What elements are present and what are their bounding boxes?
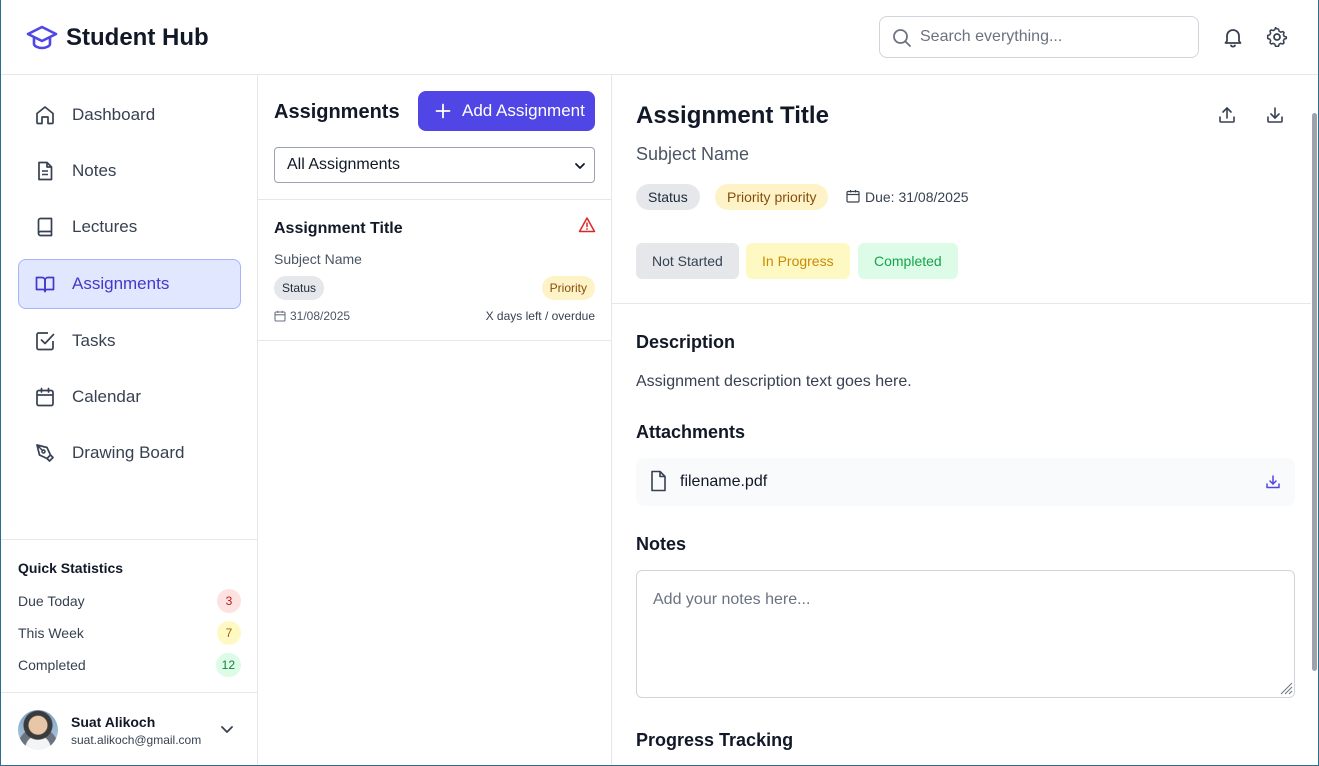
stat-completed: Completed 12	[18, 653, 241, 677]
divider	[612, 303, 1312, 304]
check-square-icon	[36, 332, 55, 351]
sidebar-item-label: Calendar	[72, 387, 141, 406]
sidebar-item-label: Tasks	[72, 331, 116, 350]
card-days-left: X days left / overdue	[485, 309, 595, 323]
user-email: suat.alikoch@gmail.com	[71, 733, 202, 747]
status-badge: Status	[274, 276, 325, 300]
stat-label: Completed	[18, 657, 86, 673]
stat-count-badge: 12	[215, 653, 241, 677]
priority-badge: Priority priority	[715, 184, 829, 210]
calendar-icon	[846, 190, 860, 203]
in-progress-button[interactable]: In Progress	[746, 243, 850, 279]
download-icon[interactable]	[1265, 474, 1281, 490]
attachment-item[interactable]: filename.pdf	[636, 458, 1295, 506]
card-due-date: 31/08/2025	[290, 309, 351, 323]
sidebar-item-label: Assignments	[72, 274, 170, 293]
app-title: Student Hub	[66, 24, 209, 51]
search-box[interactable]	[879, 16, 1199, 58]
download-icon[interactable]	[1265, 105, 1285, 125]
pen-tool-icon	[36, 444, 54, 462]
list-title: Assignments	[274, 101, 400, 123]
assignment-filter-select[interactable]: All Assignments	[274, 147, 595, 183]
chevron-down-icon	[575, 163, 585, 169]
sidebar-item-lectures[interactable]: Lectures	[18, 202, 241, 252]
stat-count-badge: 7	[217, 621, 241, 645]
book-open-icon	[35, 276, 55, 293]
due-date: Due: 31/08/2025	[865, 189, 969, 205]
status-badge: Status	[636, 184, 700, 210]
calendar-icon	[274, 310, 286, 322]
detail-title: Assignment Title	[636, 102, 829, 129]
user-profile[interactable]: Suat Alikoch suat.alikoch@gmail.com	[1, 692, 257, 765]
notes-textarea[interactable]	[636, 570, 1295, 698]
plus-icon	[435, 103, 451, 119]
add-assignment-button[interactable]: Add Assignment	[418, 91, 595, 131]
attachments-heading: Attachments	[636, 422, 746, 442]
detail-subject: Subject Name	[636, 144, 750, 164]
progress-tracking-heading: Progress Tracking	[636, 730, 794, 750]
sidebar-item-dashboard[interactable]: Dashboard	[18, 90, 241, 140]
sidebar: Dashboard Notes Lectures Assignments Tas…	[1, 75, 258, 765]
calendar-icon	[36, 387, 54, 407]
stat-this-week: This Week 7	[18, 621, 241, 645]
stats-title: Quick Statistics	[18, 560, 124, 576]
assignment-list-panel: Assignments Add Assignment All Assignmen…	[258, 75, 612, 765]
card-title: Assignment Title	[274, 220, 403, 237]
sidebar-item-label: Lectures	[72, 217, 138, 236]
assignment-detail-panel: Assignment Title Subject Name Status Pri…	[612, 75, 1318, 765]
quick-statistics: Quick Statistics Due Today 3 This Week 7…	[1, 539, 257, 692]
sidebar-item-label: Notes	[72, 161, 117, 180]
assignment-card[interactable]: Assignment Title Subject Name Status Pri…	[258, 199, 611, 341]
filter-selected-value: All Assignments	[287, 156, 400, 173]
stat-due-today: Due Today 3	[18, 589, 241, 613]
search-input[interactable]	[920, 17, 1190, 57]
chevron-down-icon[interactable]	[219, 721, 235, 737]
attachment-filename: filename.pdf	[680, 473, 768, 490]
sidebar-item-assignments[interactable]: Assignments	[18, 259, 241, 309]
scrollbar-thumb[interactable]	[1312, 113, 1317, 671]
sidebar-item-notes[interactable]: Notes	[18, 146, 241, 196]
description-heading: Description	[636, 332, 736, 352]
description-text: Assignment description text goes here.	[636, 373, 912, 390]
warning-icon	[578, 217, 596, 233]
not-started-button[interactable]: Not Started	[636, 243, 739, 279]
stat-count-badge: 3	[217, 589, 241, 613]
card-subject: Subject Name	[274, 251, 362, 267]
sidebar-item-tasks[interactable]: Tasks	[18, 316, 241, 366]
graduation-cap-icon	[26, 25, 58, 50]
stat-label: This Week	[18, 625, 84, 641]
add-assignment-label: Add Assignment	[462, 101, 585, 120]
top-header: Student Hub	[1, 0, 1318, 75]
user-name: Suat Alikoch	[71, 714, 156, 730]
app-window: Student Hub Dashboard	[0, 0, 1319, 766]
sidebar-item-calendar[interactable]: Calendar	[18, 372, 241, 422]
search-icon	[893, 29, 911, 47]
avatar	[18, 710, 58, 750]
bell-icon[interactable]	[1222, 26, 1244, 48]
notes-heading: Notes	[636, 534, 687, 554]
file-icon	[651, 470, 666, 492]
home-icon	[36, 106, 54, 125]
upload-icon[interactable]	[1217, 105, 1237, 125]
gear-icon[interactable]	[1266, 26, 1288, 48]
priority-badge: Priority	[541, 276, 595, 300]
file-text-icon	[38, 161, 53, 181]
sidebar-item-label: Drawing Board	[72, 443, 185, 462]
book-icon	[37, 217, 53, 237]
sidebar-item-drawing-board[interactable]: Drawing Board	[18, 428, 241, 478]
stat-label: Due Today	[18, 593, 85, 609]
completed-button[interactable]: Completed	[858, 243, 958, 279]
sidebar-item-label: Dashboard	[72, 105, 156, 124]
